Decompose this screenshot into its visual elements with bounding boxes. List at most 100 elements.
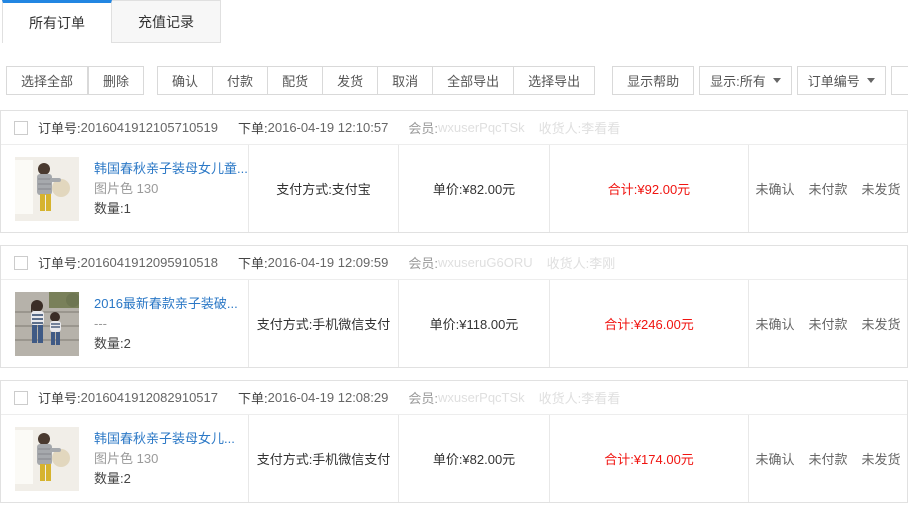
placed-datetime: 2016-04-19 12:09:59 xyxy=(268,255,389,270)
chevron-down-icon xyxy=(867,78,875,83)
search-type-label: 订单编号 xyxy=(808,71,860,90)
member-label: 会员: xyxy=(408,118,438,137)
order-no-label: 订单号: xyxy=(38,388,81,407)
total-label: 合计: xyxy=(608,179,638,198)
order-checkbox[interactable] xyxy=(14,256,28,270)
product-info: 2016最新春款亲子装破... --- 数量:2 xyxy=(94,294,238,354)
product-title-link[interactable]: 2016最新春款亲子装破... xyxy=(94,296,238,311)
search-type-dropdown[interactable]: 订单编号 xyxy=(797,66,886,95)
status-unconfirmed: 未确认 xyxy=(755,314,794,333)
orders-page: 所有订单 充值记录 选择全部 删除 确认 付款 配货 发货 取消 全部导出 选择… xyxy=(0,0,908,512)
placed-label: 下单: xyxy=(238,253,268,272)
order-no: 2016041912082910517 xyxy=(81,390,218,405)
status-unpaid: 未付款 xyxy=(808,314,847,333)
order-no-label: 订单号: xyxy=(38,118,81,137)
order-block: 订单号:2016041912082910517 下单:2016-04-19 12… xyxy=(0,380,908,503)
total-label: 合计: xyxy=(604,314,634,333)
product-image[interactable] xyxy=(15,157,79,221)
order-actions-group: 确认 付款 配货 发货 取消 全部导出 选择导出 xyxy=(157,66,595,95)
order-body: 韩国春秋亲子装母女儿童... 图片色 130 数量:1 支付方式:支付宝 单价:… xyxy=(1,145,907,232)
total-amount: ¥246.00元 xyxy=(634,314,694,333)
order-no: 2016041912095910518 xyxy=(81,255,218,270)
member-name: wxuseruG6ORU xyxy=(438,255,533,270)
export-all-button[interactable]: 全部导出 xyxy=(432,66,514,95)
placed-datetime: 2016-04-19 12:08:29 xyxy=(268,390,389,405)
order-header: 订单号:2016041912095910518 下单:2016-04-19 12… xyxy=(1,246,907,280)
product-title-link[interactable]: 韩国春秋亲子装母女儿... xyxy=(94,431,235,446)
cancel-button[interactable]: 取消 xyxy=(377,66,433,95)
order-no: 2016041912105710519 xyxy=(81,120,218,135)
member-name: wxuserPqcTSk xyxy=(438,390,525,405)
tab-recharge-records[interactable]: 充值记录 xyxy=(112,0,221,43)
product-cell: 2016最新春款亲子装破... --- 数量:2 xyxy=(1,280,248,367)
status-unpaid: 未付款 xyxy=(808,449,847,468)
product-cell: 韩国春秋亲子装母女儿童... 图片色 130 数量:1 xyxy=(1,145,248,232)
status-unshipped: 未发货 xyxy=(862,179,901,198)
payment-method-cell: 支付方式:支付宝 xyxy=(248,145,398,232)
member-label: 会员: xyxy=(408,253,438,272)
placed-label: 下单: xyxy=(238,388,268,407)
receiver-name: 收货人:李看看 xyxy=(539,388,621,407)
toolbar: 选择全部 删除 确认 付款 配货 发货 取消 全部导出 选择导出 显示帮助 显示… xyxy=(6,66,908,95)
order-header: 订单号:2016041912105710519 下单:2016-04-19 12… xyxy=(1,111,907,145)
payment-method-cell: 支付方式:手机微信支付 xyxy=(248,415,398,502)
status-cell: 未确认 未付款 未发货 xyxy=(748,145,907,232)
delete-button[interactable]: 删除 xyxy=(88,66,144,95)
total-cell: 合计:¥174.00元 xyxy=(549,415,748,502)
placed-datetime: 2016-04-19 12:10:57 xyxy=(268,120,389,135)
show-filter-label: 显示:所有 xyxy=(710,71,766,90)
product-cell: 韩国春秋亲子装母女儿... 图片色 130 数量:2 xyxy=(1,415,248,502)
show-help-button[interactable]: 显示帮助 xyxy=(612,66,694,95)
member-label: 会员: xyxy=(408,388,438,407)
total-label: 合计: xyxy=(604,449,634,468)
receiver-name: 收货人:李刚 xyxy=(547,253,616,272)
allocate-button[interactable]: 配货 xyxy=(267,66,323,95)
status-cell: 未确认 未付款 未发货 xyxy=(748,415,907,502)
order-body: 韩国春秋亲子装母女儿... 图片色 130 数量:2 支付方式:手机微信支付 单… xyxy=(1,415,907,502)
tab-all-orders[interactable]: 所有订单 xyxy=(2,0,112,43)
status-unpaid: 未付款 xyxy=(808,179,847,198)
product-title-link[interactable]: 韩国春秋亲子装母女儿童... xyxy=(94,161,248,176)
status-unshipped: 未发货 xyxy=(862,449,901,468)
product-quantity: 数量:2 xyxy=(94,471,131,486)
total-amount: ¥92.00元 xyxy=(637,179,690,198)
confirm-button[interactable]: 确认 xyxy=(157,66,213,95)
chevron-down-icon xyxy=(773,78,781,83)
product-image[interactable] xyxy=(15,292,79,356)
order-checkbox[interactable] xyxy=(14,391,28,405)
order-body: 2016最新春款亲子装破... --- 数量:2 支付方式:手机微信支付 单价:… xyxy=(1,280,907,367)
order-no-label: 订单号: xyxy=(38,253,81,272)
product-quantity: 数量:1 xyxy=(94,201,131,216)
product-quantity: 数量:2 xyxy=(94,336,131,351)
toolbar-left: 选择全部 删除 确认 付款 配货 发货 取消 全部导出 选择导出 显示帮助 xyxy=(6,66,694,95)
product-info: 韩国春秋亲子装母女儿... 图片色 130 数量:2 xyxy=(94,429,235,489)
toolbar-right: 显示:所有 订单编号 xyxy=(694,66,908,95)
select-all-button[interactable]: 选择全部 xyxy=(6,66,88,95)
total-cell: 合计:¥246.00元 xyxy=(549,280,748,367)
order-search-input[interactable] xyxy=(891,66,908,95)
product-variant: --- xyxy=(94,316,107,331)
order-checkbox[interactable] xyxy=(14,121,28,135)
total-amount: ¥174.00元 xyxy=(634,449,694,468)
status-unshipped: 未发货 xyxy=(862,314,901,333)
pay-button[interactable]: 付款 xyxy=(212,66,268,95)
placed-label: 下单: xyxy=(238,118,268,137)
order-header: 订单号:2016041912082910517 下单:2016-04-19 12… xyxy=(1,381,907,415)
export-selected-button[interactable]: 选择导出 xyxy=(513,66,595,95)
ship-button[interactable]: 发货 xyxy=(322,66,378,95)
receiver-name: 收货人:李看看 xyxy=(539,118,621,137)
status-unconfirmed: 未确认 xyxy=(755,449,794,468)
member-name: wxuserPqcTSk xyxy=(438,120,525,135)
product-info: 韩国春秋亲子装母女儿童... 图片色 130 数量:1 xyxy=(94,159,248,219)
show-filter-dropdown[interactable]: 显示:所有 xyxy=(699,66,792,95)
status-unconfirmed: 未确认 xyxy=(755,179,794,198)
total-cell: 合计:¥92.00元 xyxy=(549,145,748,232)
unit-price-cell: 单价:¥82.00元 xyxy=(398,415,549,502)
order-block: 订单号:2016041912095910518 下单:2016-04-19 12… xyxy=(0,245,908,368)
product-variant: 图片色 130 xyxy=(94,451,158,466)
product-image[interactable] xyxy=(15,427,79,491)
tab-bar: 所有订单 充值记录 xyxy=(0,0,908,43)
payment-method-cell: 支付方式:手机微信支付 xyxy=(248,280,398,367)
order-block: 订单号:2016041912105710519 下单:2016-04-19 12… xyxy=(0,110,908,233)
unit-price-cell: 单价:¥82.00元 xyxy=(398,145,549,232)
